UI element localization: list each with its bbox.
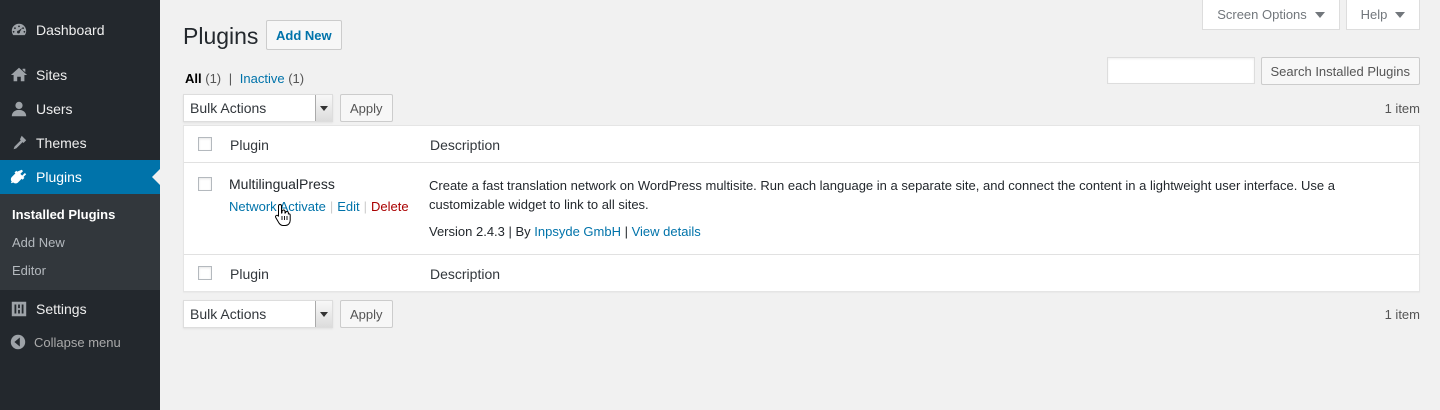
edit-link[interactable]: Edit — [337, 199, 359, 214]
admin-sidebar: Dashboard Sites Users Themes Plugins Ins… — [0, 0, 160, 410]
delete-link[interactable]: Delete — [371, 199, 409, 214]
version-text: Version 2.4.3 | By — [429, 224, 535, 239]
sidebar-item-label: Sites — [36, 67, 68, 83]
dropdown-arrow-icon — [315, 301, 332, 327]
users-icon — [9, 99, 29, 119]
sidebar-item-label: Themes — [36, 135, 87, 151]
add-new-button[interactable]: Add New — [266, 20, 342, 50]
action-separator: | — [363, 199, 368, 214]
apply-button-bottom[interactable]: Apply — [340, 300, 393, 328]
column-footer-plugin: Plugin — [230, 266, 269, 282]
sidebar-item-label: Dashboard — [36, 22, 105, 38]
plugins-icon — [9, 167, 29, 187]
filter-inactive[interactable]: Inactive — [240, 71, 285, 86]
sidebar-item-themes[interactable]: Themes — [0, 126, 160, 160]
filter-all-count: (1) — [205, 71, 222, 86]
help-label: Help — [1360, 7, 1388, 22]
view-details-link[interactable]: View details — [632, 224, 701, 239]
bulk-actions-value: Bulk Actions — [190, 100, 267, 116]
collapse-menu-button[interactable]: Collapse menu — [0, 325, 160, 359]
caret-down-icon — [1314, 11, 1325, 18]
filter-all[interactable]: All — [185, 71, 202, 86]
sidebar-item-label: Plugins — [36, 169, 82, 185]
submenu-editor[interactable]: Editor — [0, 256, 160, 284]
help-button[interactable]: Help — [1346, 0, 1420, 30]
search-input[interactable] — [1106, 57, 1255, 84]
caret-down-icon — [1395, 11, 1406, 18]
screen-meta-links: Screen Options Help — [1202, 0, 1420, 30]
collapse-icon — [8, 332, 28, 352]
tablenav-bottom: Bulk Actions Apply 1 item — [183, 300, 1420, 330]
plugin-description: Create a fast translation network on Wor… — [429, 178, 1335, 212]
dashboard-icon — [9, 20, 29, 40]
column-footer-description: Description — [430, 266, 501, 282]
sidebar-item-sites[interactable]: Sites — [0, 58, 160, 92]
screen-options-label: Screen Options — [1217, 7, 1307, 22]
themes-icon — [9, 133, 29, 153]
status-filters: All (1) | Inactive (1) — [185, 71, 304, 86]
plugins-submenu: Installed Plugins Add New Editor — [0, 194, 160, 290]
sidebar-item-label: Settings — [36, 301, 87, 317]
settings-icon — [9, 299, 29, 319]
plugin-version-info: Version 2.4.3 | By Inpsyde GmbH | View d… — [429, 224, 701, 239]
dropdown-arrow-icon — [315, 95, 332, 121]
action-separator: | — [329, 199, 334, 214]
select-all-checkbox-footer[interactable] — [198, 266, 212, 280]
plugins-table: Plugin Description MultilingualPress Net… — [183, 125, 1420, 292]
item-count-bottom: 1 item — [1384, 307, 1420, 322]
tablenav-top: Bulk Actions Apply 1 item — [183, 94, 1420, 124]
page-title: Plugins — [183, 23, 259, 49]
plugin-name: MultilingualPress — [229, 176, 335, 192]
version-separator: | — [620, 224, 632, 239]
column-header-description: Description — [430, 137, 501, 153]
apply-button[interactable]: Apply — [340, 94, 393, 122]
bulk-actions-select-bottom[interactable]: Bulk Actions — [183, 300, 333, 328]
table-header: Plugin Description — [184, 126, 1419, 163]
sites-icon — [9, 65, 29, 85]
hand-cursor-icon — [275, 203, 291, 226]
select-all-checkbox[interactable] — [198, 137, 212, 151]
bulk-actions-select[interactable]: Bulk Actions — [183, 94, 333, 122]
table-footer: Plugin Description — [184, 254, 1419, 291]
sidebar-item-users[interactable]: Users — [0, 92, 160, 126]
row-checkbox[interactable] — [198, 177, 212, 191]
bulk-actions-value: Bulk Actions — [190, 306, 267, 322]
collapse-menu-label: Collapse menu — [34, 334, 121, 350]
submenu-installed-plugins[interactable]: Installed Plugins — [0, 200, 160, 228]
submenu-add-new[interactable]: Add New — [0, 228, 160, 256]
filter-separator: | — [228, 71, 233, 86]
screen-options-button[interactable]: Screen Options — [1202, 0, 1340, 30]
column-header-plugin: Plugin — [230, 137, 269, 153]
sidebar-item-label: Users — [36, 101, 73, 117]
sidebar-item-plugins[interactable]: Plugins — [0, 160, 160, 194]
search-plugins-button[interactable]: Search Installed Plugins — [1260, 57, 1420, 85]
sidebar-item-dashboard[interactable]: Dashboard — [0, 13, 160, 47]
filter-inactive-count: (1) — [288, 71, 305, 86]
row-actions: Network Activate | Edit | Delete — [229, 199, 409, 214]
item-count: 1 item — [1384, 101, 1420, 116]
sidebar-item-settings[interactable]: Settings — [0, 292, 160, 326]
author-link[interactable]: Inpsyde GmbH — [534, 224, 621, 239]
table-row: MultilingualPress Network Activate | Edit |… — [184, 163, 1419, 254]
search-box: Search Installed Plugins — [1106, 57, 1420, 85]
